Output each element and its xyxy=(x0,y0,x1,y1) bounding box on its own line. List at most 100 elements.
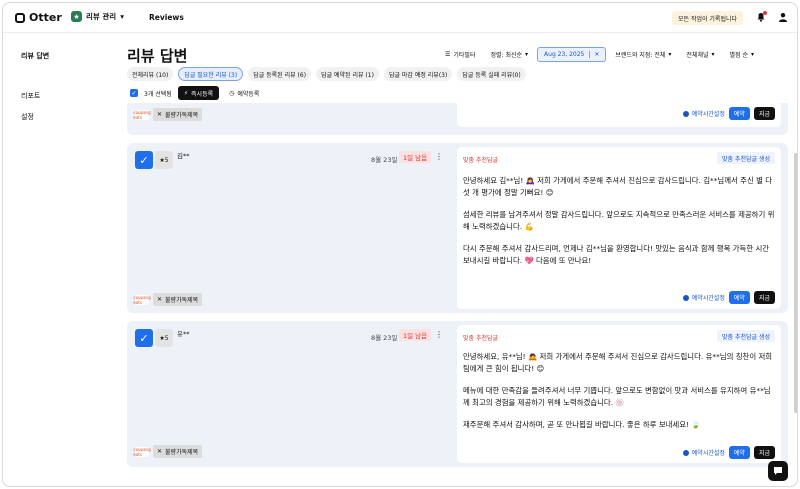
selected-count: 3개 선택됨 xyxy=(144,90,172,98)
days-left-badge: 1일 남음 xyxy=(399,151,432,163)
schedule-time-label: 예약시간설정 xyxy=(691,450,725,457)
tab-failed[interactable]: 답글 등록 실패 리뷰(0) xyxy=(457,67,526,81)
reply-actions: 예약시간설정 예약 지금 xyxy=(682,291,775,304)
now-button[interactable]: 지금 xyxy=(753,446,775,459)
schedule-time-button[interactable]: 예약시간설정 xyxy=(682,293,725,302)
clock-icon xyxy=(682,294,689,301)
platform-logo: coupang eats xyxy=(133,109,151,120)
star-store-icon: ★ xyxy=(71,11,82,22)
tab-replied[interactable]: 답글 등록된 리뷰 (6) xyxy=(248,67,312,81)
more-icon[interactable]: ⋮ xyxy=(435,330,443,339)
reply-panel: 맞춤 추천답글 맞춤 추천답글 생성 안녕하세요, 유**님! 🙇 저희 가게에… xyxy=(457,325,781,463)
reply-textarea[interactable]: 안녕하세요, 유**님! 🙇 저희 가게에서 주문해 주셔서 진심으로 감사드립… xyxy=(463,351,775,442)
platform-row: coupang eats ✕ 불량가독제목 xyxy=(133,293,203,306)
sidebar-item-reviews[interactable]: 리뷰 답변 xyxy=(21,51,49,61)
review-card: 예약시간설정 예약 지금 coupang eats ✕ 불량가독제목 xyxy=(127,103,788,135)
reply-paragraph: 안녕하세요, 유**님! 🙇 저희 가게에서 주문해 주셔서 진심으로 감사드립… xyxy=(463,352,773,373)
reserve-button[interactable]: 예약 xyxy=(728,291,750,304)
other-filter-button[interactable]: ☰ 기타필터 xyxy=(439,47,481,62)
now-button[interactable]: 지금 xyxy=(753,291,775,304)
clock-icon: ◷ xyxy=(229,89,235,97)
clock-icon xyxy=(682,449,689,456)
clock-icon xyxy=(682,110,689,117)
platform-row: coupang eats ✕ 불량가독제목 xyxy=(133,108,203,121)
review-checkbox[interactable]: ✓ xyxy=(135,151,153,169)
select-all-checkbox[interactable]: ✓ xyxy=(130,89,138,97)
rating-sort-select[interactable]: 별점 순 ▾ xyxy=(724,47,760,62)
platform-logo: coupang eats xyxy=(133,294,151,305)
rating-badge: ★5 xyxy=(155,329,173,347)
otter-logo-icon xyxy=(15,12,25,23)
tab-needs-reply[interactable]: 답글 필요한 리뷰 (3) xyxy=(178,67,244,81)
reply-actions: 예약시간설정 예약 지금 xyxy=(682,107,775,120)
notification-dot xyxy=(763,11,767,15)
instant-register-label: 즉시등록 xyxy=(191,90,214,98)
schedule-time-button[interactable]: 예약시간설정 xyxy=(682,109,725,118)
rating-badge: ★5 xyxy=(155,151,173,169)
sidebar-item-report[interactable]: 리포트 xyxy=(21,91,40,101)
more-icon[interactable]: ⋮ xyxy=(435,152,443,161)
chevron-down-icon: ▾ xyxy=(525,51,529,58)
other-filter-label: 기타필터 xyxy=(453,52,476,59)
date-filter[interactable]: Aug 23, 2025 ✕ xyxy=(537,47,607,62)
review-list[interactable]: 예약시간설정 예약 지금 coupang eats ✕ 불량가독제목 ✓ ★5 … xyxy=(127,103,788,470)
reply-textarea[interactable]: 안녕하세요 김**님! 🙇‍♀️ 저희 가게에서 주문해 주셔서 진심으로 감사… xyxy=(463,175,775,277)
nav-reviews[interactable]: Reviews xyxy=(149,13,184,22)
review-author: 김** xyxy=(177,152,190,160)
complaint-label: 불량가독제목 xyxy=(165,297,199,304)
chevron-down-icon: ▾ xyxy=(120,12,124,21)
generate-reply-button[interactable]: 맞춤 추천답글 생성 xyxy=(717,152,775,164)
reserve-button[interactable]: 예약 xyxy=(728,446,750,459)
filter-bar: ☰ 기타필터 정렬: 최신순 ▾ Aug 23, 2025 ✕ 브랜드와 지점:… xyxy=(439,47,760,62)
user-icon[interactable] xyxy=(778,12,788,22)
review-card: ✓ ★5 김** 8월 23일 1일 남음 ⋮ 맞춤 추천답글 맞춤 추천답글 … xyxy=(127,143,788,313)
review-card: ✓ ★5 유** 8월 23일 1일 남음 ⋮ 맞춤 추천답글 맞춤 추천답글 … xyxy=(127,321,788,467)
reply-paragraph: 섬세한 리뷰를 남겨주셔서 정말 감사드립니다. 앞으로도 지속적으로 만족스러… xyxy=(463,210,775,231)
reply-title: 맞춤 추천답글 xyxy=(463,157,499,164)
sidebar: 리뷰 답변 리포트 설정 xyxy=(3,33,113,486)
chevron-down-icon: ▾ xyxy=(711,51,715,58)
selection-bar: ✓ 3개 선택됨 ⚡ 즉시등록 ◷ 예약등록 xyxy=(130,86,263,100)
sidebar-item-settings[interactable]: 설정 xyxy=(21,112,34,122)
clear-date-icon[interactable]: ✕ xyxy=(589,51,599,58)
complaint-tag[interactable]: ✕ 불량가독제목 xyxy=(153,445,203,458)
brand-label: 브랜드와 지점: 전체 xyxy=(615,52,666,59)
platform-logo: coupang eats xyxy=(133,446,151,457)
review-date: 8월 23일 xyxy=(371,334,398,342)
reply-actions: 예약시간설정 예약 지금 xyxy=(682,446,775,459)
now-button[interactable]: 지금 xyxy=(753,107,775,120)
channel-select[interactable]: 전체채널 ▾ xyxy=(680,47,720,62)
filter-icon: ☰ xyxy=(445,51,451,58)
schedule-register-label: 예약등록 xyxy=(237,90,260,98)
chevron-down-icon: ▾ xyxy=(751,51,755,58)
tab-scheduled[interactable]: 답글 예약된 리뷰 (1) xyxy=(316,67,379,81)
app-logo[interactable]: Otter xyxy=(15,11,62,24)
reply-panel: 맞춤 추천답글 맞춤 추천답글 생성 안녕하세요 김**님! 🙇‍♀️ 저희 가… xyxy=(457,147,781,309)
schedule-time-button[interactable]: 예약시간설정 xyxy=(682,448,725,457)
utensils-icon: ✕ xyxy=(157,448,163,455)
chevron-down-icon: ▾ xyxy=(668,51,672,58)
review-date: 8월 23일 xyxy=(371,156,398,164)
reserve-button[interactable]: 예약 xyxy=(728,107,750,120)
lightning-icon: ⚡ xyxy=(183,89,189,97)
schedule-register-button[interactable]: ◷ 예약등록 xyxy=(225,86,263,100)
brand-select[interactable]: 브랜드와 지점: 전체 ▾ xyxy=(609,47,677,62)
bell-icon[interactable] xyxy=(756,11,767,22)
reply-panel: 예약시간설정 예약 지금 xyxy=(457,103,781,127)
platform-row: coupang eats ✕ 불량가독제목 xyxy=(133,445,203,458)
chat-icon[interactable] xyxy=(768,461,788,481)
generate-reply-button[interactable]: 맞춤 추천답글 생성 xyxy=(717,330,775,342)
sort-select[interactable]: 정렬: 최신순 ▾ xyxy=(484,47,534,62)
app-window: Otter ★ 리뷰 관리 ▾ Reviews 모든 작업이 기록됩니다 리뷰 … xyxy=(2,2,798,487)
tab-all[interactable]: 전체리뷰 (10) xyxy=(127,67,174,81)
review-checkbox[interactable]: ✓ xyxy=(135,329,153,347)
reply-paragraph: 안녕하세요 김**님! 🙇‍♀️ 저희 가게에서 주문해 주셔서 진심으로 감사… xyxy=(463,176,773,197)
complaint-tag[interactable]: ✕ 불량가독제목 xyxy=(153,293,203,306)
store-menu[interactable]: ★ 리뷰 관리 ▾ xyxy=(71,11,124,22)
tab-deadline[interactable]: 답글 마감 예정 리뷰(3) xyxy=(383,67,453,81)
instant-register-button[interactable]: ⚡ 즉시등록 xyxy=(177,86,220,100)
page-title: 리뷰 답변 xyxy=(127,47,188,65)
complaint-tag[interactable]: ✕ 불량가독제목 xyxy=(153,108,203,121)
scrollbar[interactable] xyxy=(794,153,797,413)
utensils-icon: ✕ xyxy=(157,296,163,303)
